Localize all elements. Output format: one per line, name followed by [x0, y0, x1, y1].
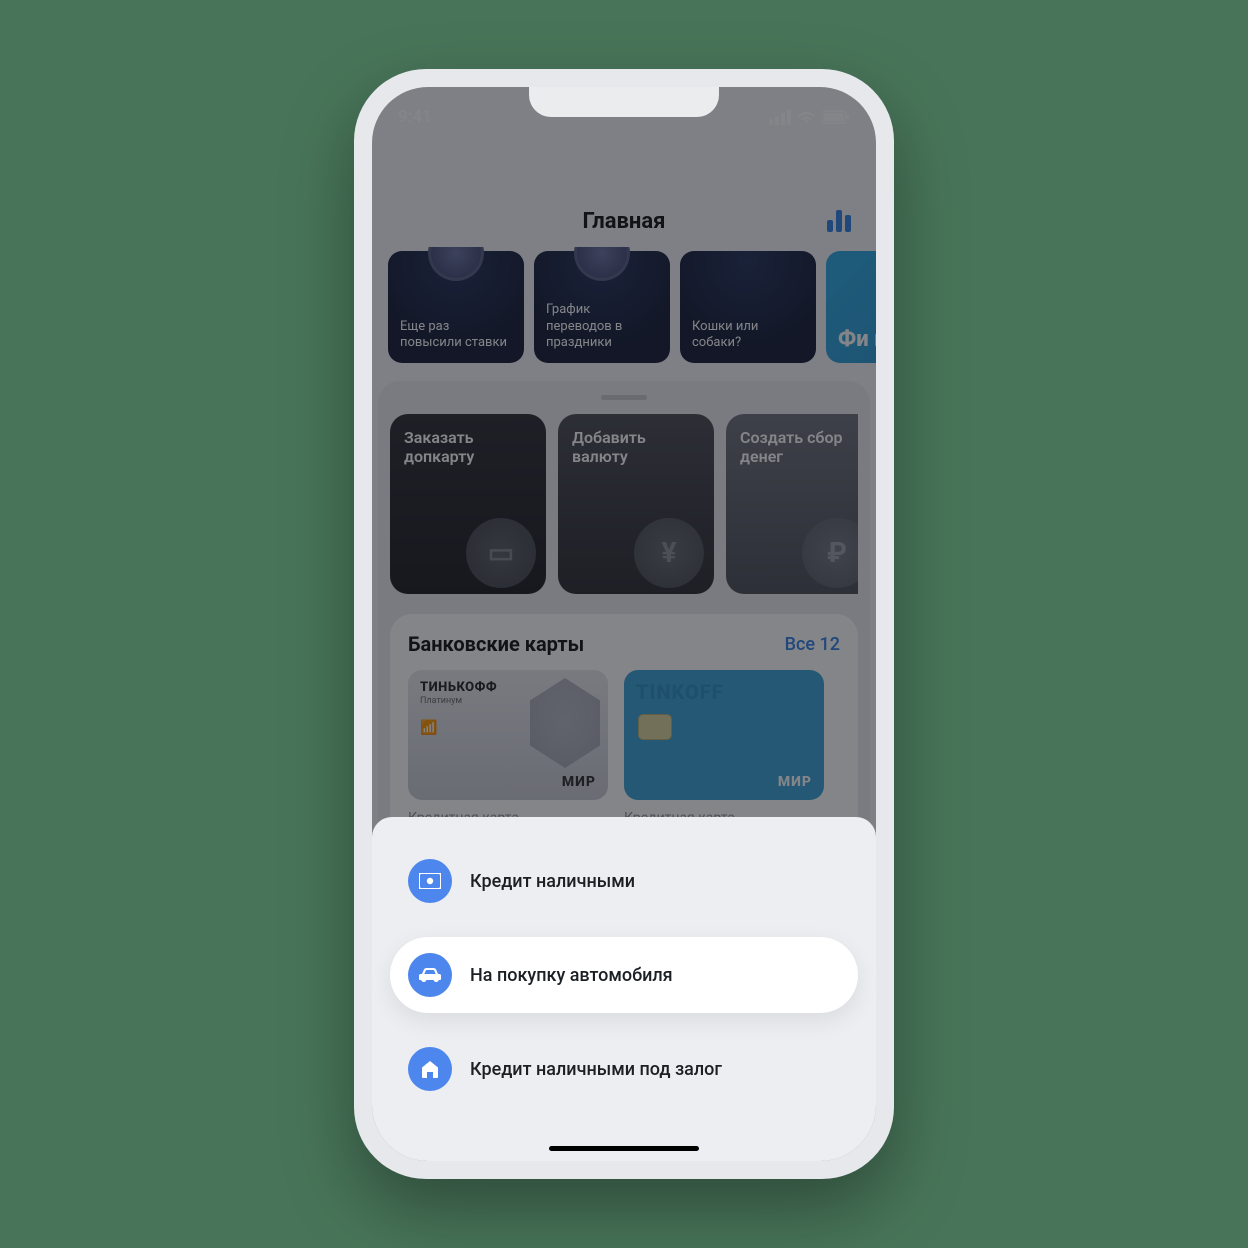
bottom-sheet: Кредит наличными На покупку автомобиля К… — [372, 817, 876, 1161]
option-label: Кредит наличными под залог — [470, 1059, 722, 1080]
option-label: На покупку автомобиля — [470, 965, 673, 986]
home-indicator[interactable] — [549, 1146, 699, 1151]
home-icon — [408, 1047, 452, 1091]
option-car-loan[interactable]: На покупку автомобиля — [390, 937, 858, 1013]
notch — [529, 87, 719, 117]
phone-frame: 9:41 Главная — [354, 69, 894, 1179]
screen: 9:41 Главная — [372, 87, 876, 1161]
option-cash-loan[interactable]: Кредит наличными — [390, 843, 858, 919]
option-label: Кредит наличными — [470, 871, 635, 892]
cash-icon — [408, 859, 452, 903]
option-secured-loan[interactable]: Кредит наличными под залог — [390, 1031, 858, 1107]
car-icon — [408, 953, 452, 997]
